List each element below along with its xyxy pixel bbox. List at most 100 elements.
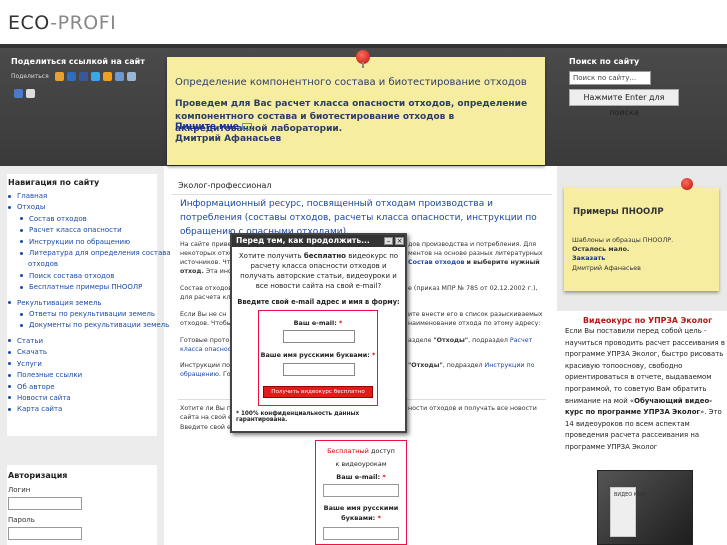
delicious-icon[interactable] bbox=[14, 89, 23, 98]
get-course-button[interactable]: Получить видеокурс бесплатно bbox=[263, 386, 373, 398]
sidebar-item[interactable]: Поиск состава отходов bbox=[8, 271, 171, 282]
password-input[interactable] bbox=[8, 527, 82, 540]
lower-name-text: буквами: bbox=[341, 514, 376, 522]
video-course-text: Если Вы поставили перед собой цель - нау… bbox=[565, 326, 725, 454]
livejournal-icon[interactable] bbox=[126, 72, 136, 81]
sidebar-item[interactable]: Ответы по рекультивации земель bbox=[8, 309, 171, 320]
close-icon[interactable]: × bbox=[395, 237, 404, 245]
para-4: Готовые прото bbox=[180, 337, 230, 344]
para-6-end: ности отходов и получать все новости bbox=[408, 405, 537, 412]
site-logo[interactable]: ECO-PROFI bbox=[8, 12, 116, 34]
sidebar-item[interactable]: Карта сайта bbox=[8, 404, 171, 415]
modal-email-input[interactable] bbox=[283, 330, 355, 343]
logo-part-1: ECO bbox=[8, 12, 51, 34]
lower-name-input[interactable] bbox=[323, 527, 399, 540]
bullet-icon bbox=[20, 312, 23, 316]
sidebar-item-label: Поиск состава отходов bbox=[29, 271, 115, 280]
para-4b[interactable]: класса опасност bbox=[180, 345, 235, 354]
mailru-icon[interactable] bbox=[114, 72, 124, 81]
share-title: Поделиться ссылкой на сайт bbox=[11, 57, 145, 66]
modal-form: Ваш e-mail: * Ваше имя русскими буквами:… bbox=[258, 310, 378, 406]
modal-title: Перед тем, как продолжить... bbox=[236, 236, 370, 245]
instructions-link[interactable]: Инструкции по bbox=[485, 362, 535, 369]
twitter-icon[interactable] bbox=[90, 72, 100, 81]
bullet-icon bbox=[8, 385, 11, 388]
para-3: Если Вы не сн bbox=[180, 311, 227, 318]
bullet-icon bbox=[8, 301, 11, 305]
sidebar-item[interactable]: Услуги bbox=[8, 359, 171, 370]
sidebar-item[interactable]: Расчет класса опасности bbox=[8, 225, 171, 236]
bullet-icon bbox=[8, 350, 11, 354]
para-4-razdel: азделе bbox=[408, 337, 432, 344]
sidebar-item[interactable]: Рекультивация земель bbox=[8, 298, 171, 309]
search-button[interactable]: Нажмите Enter для поиска bbox=[569, 89, 679, 117]
write-me-link[interactable]: Пишите мне bbox=[175, 122, 252, 132]
password-label: Пароль bbox=[8, 516, 35, 524]
modal-email-text: Ваш e-mail: bbox=[293, 319, 337, 327]
lower-email-input[interactable] bbox=[323, 484, 399, 497]
para-1b-end: ментов на основе разных литературных bbox=[408, 250, 543, 257]
pushpin-icon bbox=[356, 50, 370, 68]
sidebar-item[interactable]: Статьи bbox=[8, 336, 171, 347]
para-5b: обращению. Го bbox=[180, 370, 231, 379]
sidebar-item-label: Новости сайта bbox=[17, 393, 71, 402]
sidebar-item[interactable]: Об авторе bbox=[8, 382, 171, 393]
title-divider bbox=[172, 194, 552, 195]
sidebar-item[interactable]: Главная bbox=[8, 191, 171, 202]
waste-link[interactable]: "Отходы" bbox=[433, 337, 468, 344]
free-access-text: Бесплатный доступ bbox=[315, 447, 407, 455]
bullet-icon bbox=[20, 285, 23, 289]
sidebar-item-label: Статьи bbox=[17, 336, 44, 345]
para-1a-end: дов производства и потребления. Для bbox=[408, 241, 537, 248]
sidebar-item[interactable]: Отходы bbox=[8, 202, 171, 213]
login-input[interactable] bbox=[8, 497, 82, 510]
para-1c: источников. Что bbox=[180, 259, 235, 266]
lower-name-label-2: буквами: * bbox=[341, 514, 381, 522]
sidebar-item[interactable]: Литература для определения состава bbox=[8, 248, 171, 259]
share-bar-2 bbox=[14, 89, 35, 98]
lower-name-label-1: Ваше имя русскими bbox=[323, 504, 399, 512]
sidebar-item[interactable]: Состав отходов bbox=[8, 214, 171, 225]
pnoolr-text-1: Шаблоны и образцы ПНООЛР. bbox=[572, 236, 674, 244]
promo-author: Дмитрий Афанасьев bbox=[175, 134, 282, 144]
hazard-calc-link[interactable]: Расчет bbox=[510, 337, 532, 344]
pnoolr-title: Примеры ПНООЛР bbox=[573, 207, 664, 217]
para-2: Состав отходов bbox=[180, 285, 232, 292]
bullet-icon bbox=[20, 323, 23, 327]
order-link[interactable]: Заказать bbox=[572, 254, 605, 262]
sidebar-item[interactable]: Полезные ссылки bbox=[8, 370, 171, 381]
sidebar-item[interactable]: Скачать bbox=[8, 347, 171, 358]
sidebar-item[interactable]: Инструкции по обращению bbox=[8, 237, 171, 248]
sidebar-item-label: Услуги bbox=[17, 359, 42, 368]
bullet-icon bbox=[8, 396, 11, 400]
vkontakte-icon[interactable] bbox=[66, 72, 76, 81]
sidebar-item[interactable]: Бесплатные примеры ПНООЛР bbox=[8, 282, 171, 293]
modal-name-input[interactable] bbox=[283, 363, 355, 376]
bullet-icon bbox=[8, 407, 11, 411]
composition-link[interactable]: Состав отходов bbox=[408, 259, 465, 266]
minimize-icon[interactable]: – bbox=[384, 237, 393, 245]
more-share-icon[interactable] bbox=[26, 89, 35, 98]
logo-part-2: -PROFI bbox=[50, 12, 117, 34]
facebook-icon[interactable] bbox=[78, 72, 88, 81]
odnoklassniki-icon[interactable] bbox=[102, 72, 112, 81]
bullet-icon bbox=[8, 373, 11, 377]
sidebar-item-label: Документы по рекультивации земель bbox=[29, 321, 170, 330]
search-input[interactable] bbox=[569, 71, 651, 85]
waste-link-2[interactable]: "Отходы" bbox=[408, 362, 443, 369]
sidebar-item[interactable]: Новости сайта bbox=[8, 393, 171, 404]
sidebar-item[interactable]: Документы по рекультивации земель bbox=[8, 320, 171, 331]
sidebar-item-label: Ответы по рекультивации земель bbox=[29, 310, 155, 319]
bullet-icon bbox=[8, 339, 11, 343]
sidebar-item-label: Литература для определения состава bbox=[29, 249, 171, 258]
bookmark-icon[interactable] bbox=[54, 72, 64, 81]
para-1b: некоторых отхо bbox=[180, 250, 233, 257]
handling-link[interactable]: обращению. bbox=[180, 371, 221, 378]
to-video-text: к видеоурокам bbox=[335, 460, 387, 468]
para-1d: отход. Эта инф bbox=[180, 267, 233, 276]
sidebar-item-label: Рекультивация земель bbox=[17, 298, 102, 307]
sidebar-item: отходов bbox=[8, 259, 171, 270]
modal-email-label: Ваш e-mail: * bbox=[293, 319, 343, 327]
para-3b: отходов. Чтобы bbox=[180, 320, 232, 327]
para-4-mid: , подраздел bbox=[468, 337, 508, 344]
